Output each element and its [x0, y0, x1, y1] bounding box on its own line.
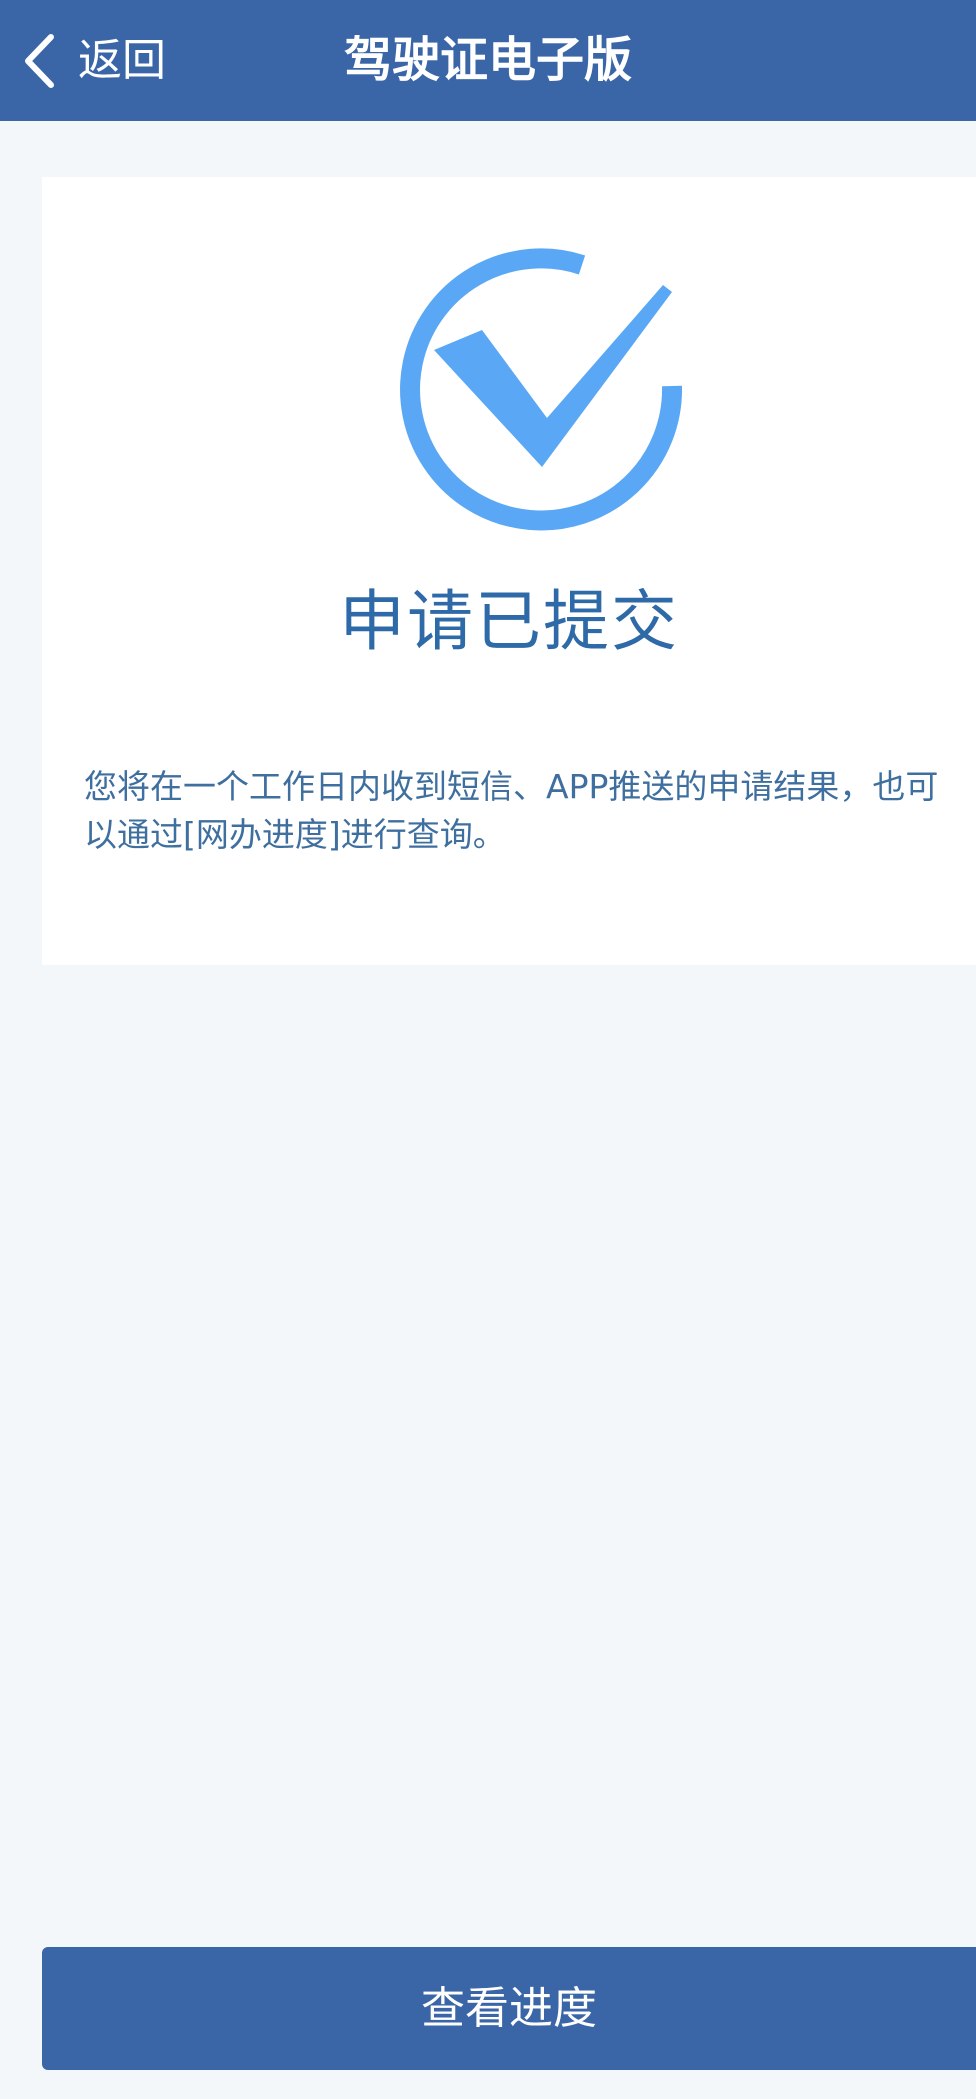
result-card: 申请已提交 您将在一个工作日内收到短信、APP推送的申请结果，也可以通过[网办进… — [42, 177, 976, 965]
check-circle-icon — [397, 243, 697, 543]
view-progress-button[interactable]: 查看进度 — [42, 1947, 976, 2070]
status-message: 您将在一个工作日内收到短信、APP推送的申请结果，也可以通过[网办进度]进行查询… — [84, 767, 939, 854]
nav-bar: 返回 驾驶证电子版 — [0, 0, 976, 121]
page-title: 驾驶证电子版 — [343, 32, 632, 88]
status-title: 申请已提交 — [339, 583, 679, 660]
